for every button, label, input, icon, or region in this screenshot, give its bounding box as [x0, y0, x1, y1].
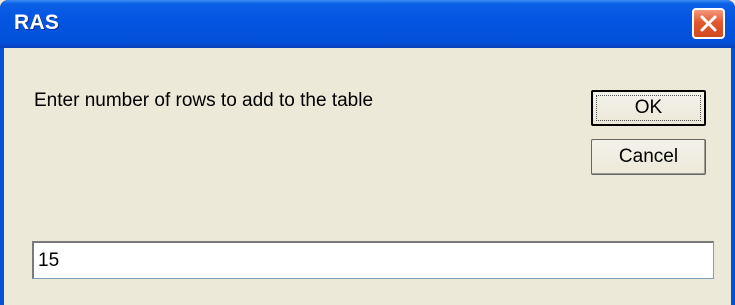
dialog-window: RAS Enter number of rows to add to the t…	[0, 0, 735, 305]
title-bar[interactable]: RAS	[0, 0, 735, 48]
close-button[interactable]	[692, 8, 725, 39]
dialog-body: Enter number of rows to add to the table…	[4, 48, 731, 305]
prompt-label: Enter number of rows to add to the table	[34, 90, 374, 111]
close-icon	[700, 15, 717, 32]
window-border-right	[731, 48, 735, 305]
cancel-button[interactable]: Cancel	[591, 139, 706, 175]
window-title: RAS	[14, 11, 60, 34]
rows-count-input[interactable]	[32, 241, 714, 279]
ok-button[interactable]: OK	[591, 90, 706, 126]
